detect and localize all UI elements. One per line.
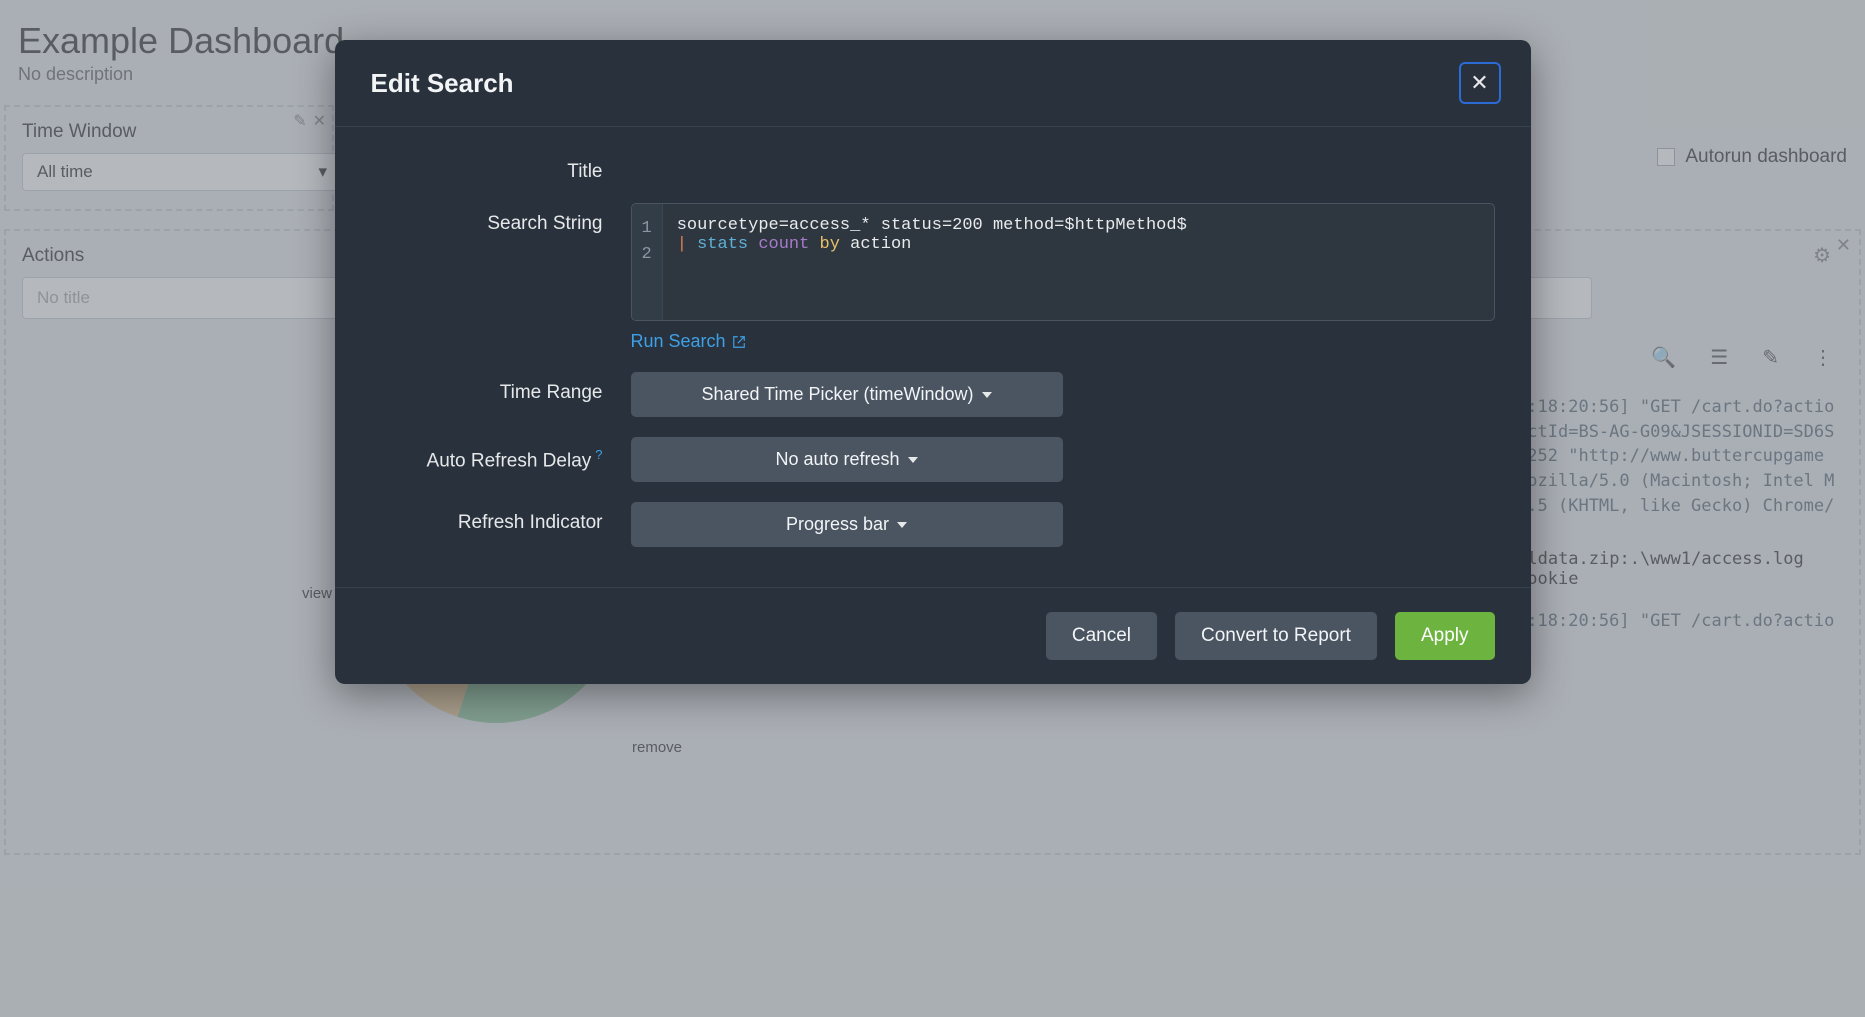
help-icon[interactable]: ? bbox=[595, 447, 602, 462]
edit-search-modal: Edit Search ✕ Title Search String 1 2 bbox=[335, 40, 1531, 684]
run-search-label: Run Search bbox=[631, 331, 726, 352]
title-label: Title bbox=[371, 151, 631, 183]
run-search-link[interactable]: Run Search bbox=[631, 331, 746, 352]
auto-refresh-value: No auto refresh bbox=[775, 449, 899, 470]
refresh-indicator-label: Refresh Indicator bbox=[371, 502, 631, 534]
apply-button[interactable]: Apply bbox=[1395, 612, 1495, 660]
refresh-indicator-value: Progress bar bbox=[786, 514, 889, 535]
close-icon: ✕ bbox=[1470, 70, 1488, 96]
modal-body: Title Search String 1 2 sourcetype=acces… bbox=[335, 127, 1531, 587]
editor-gutter: 1 2 bbox=[632, 204, 663, 320]
search-string-editor[interactable]: 1 2 sourcetype=access_* status=200 metho… bbox=[631, 203, 1495, 321]
close-button[interactable]: ✕ bbox=[1459, 62, 1501, 104]
search-string-label: Search String bbox=[371, 203, 631, 235]
modal-header: Edit Search ✕ bbox=[335, 40, 1531, 127]
refresh-indicator-select[interactable]: Progress bar bbox=[631, 502, 1063, 547]
modal-footer: Cancel Convert to Report Apply bbox=[335, 587, 1531, 684]
time-range-select[interactable]: Shared Time Picker (timeWindow) bbox=[631, 372, 1063, 417]
modal-overlay: Edit Search ✕ Title Search String 1 2 bbox=[0, 0, 1865, 1017]
time-range-label: Time Range bbox=[371, 372, 631, 404]
auto-refresh-label: Auto Refresh Delay? bbox=[371, 437, 631, 472]
editor-content[interactable]: sourcetype=access_* status=200 method=$h… bbox=[663, 204, 1201, 320]
chevron-down-icon bbox=[908, 457, 918, 463]
external-link-icon bbox=[732, 335, 746, 349]
time-range-value: Shared Time Picker (timeWindow) bbox=[701, 384, 973, 405]
chevron-down-icon bbox=[982, 392, 992, 398]
chevron-down-icon bbox=[897, 522, 907, 528]
auto-refresh-select[interactable]: No auto refresh bbox=[631, 437, 1063, 482]
cancel-button[interactable]: Cancel bbox=[1046, 612, 1157, 660]
convert-to-report-button[interactable]: Convert to Report bbox=[1175, 612, 1377, 660]
modal-title: Edit Search bbox=[371, 68, 514, 99]
